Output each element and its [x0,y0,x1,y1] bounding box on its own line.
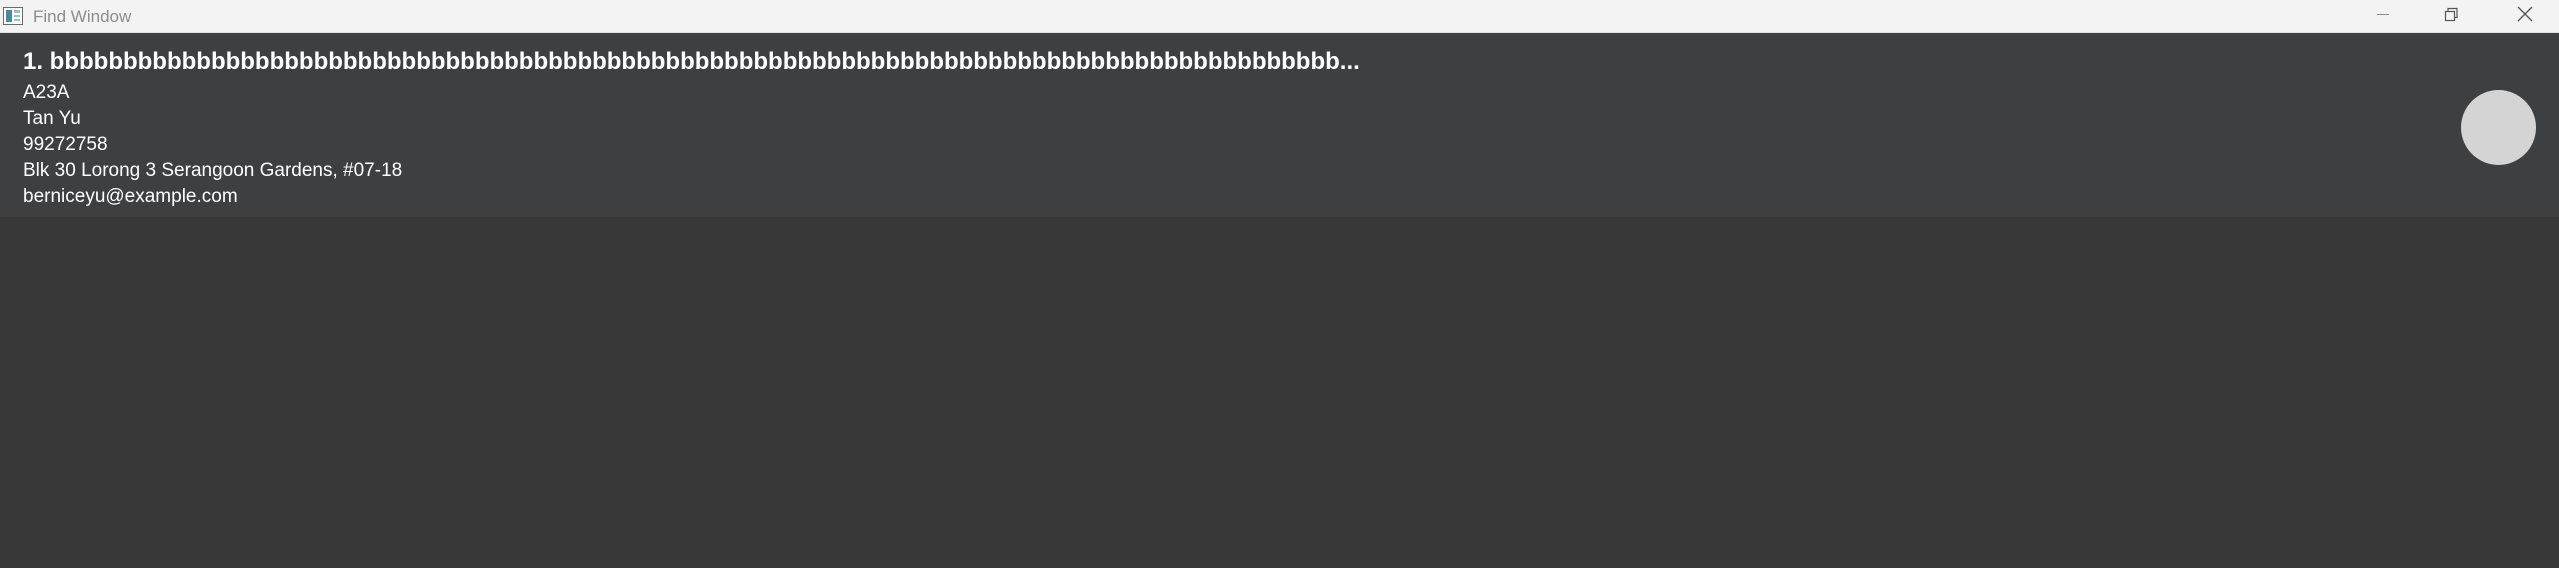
person-contact-name: Tan Yu [23,108,81,129]
app-icon [3,7,23,25]
restore-icon [2443,6,2459,27]
window-title: Find Window [33,7,132,26]
close-icon [2516,5,2534,28]
avatar [2461,90,2536,165]
person-email: berniceyu@example.com [23,186,238,207]
person-phone: 99272758 [23,134,108,155]
person-card[interactable]: 1. bbbbbbbbbbbbbbbbbbbbbbbbbbbbbbbbbbbbb… [0,33,2559,217]
minimize-icon [2375,6,2391,27]
person-index-name: 1. bbbbbbbbbbbbbbbbbbbbbbbbbbbbbbbbbbbbb… [23,48,1360,75]
title-bar[interactable]: Find Window [0,0,2559,33]
person-unit: A23A [23,82,70,103]
person-address: Blk 30 Lorong 3 Serangoon Gardens, #07-1… [23,160,403,181]
close-button[interactable] [2491,0,2559,33]
minimize-button[interactable] [2349,0,2417,33]
restore-button[interactable] [2417,0,2485,33]
